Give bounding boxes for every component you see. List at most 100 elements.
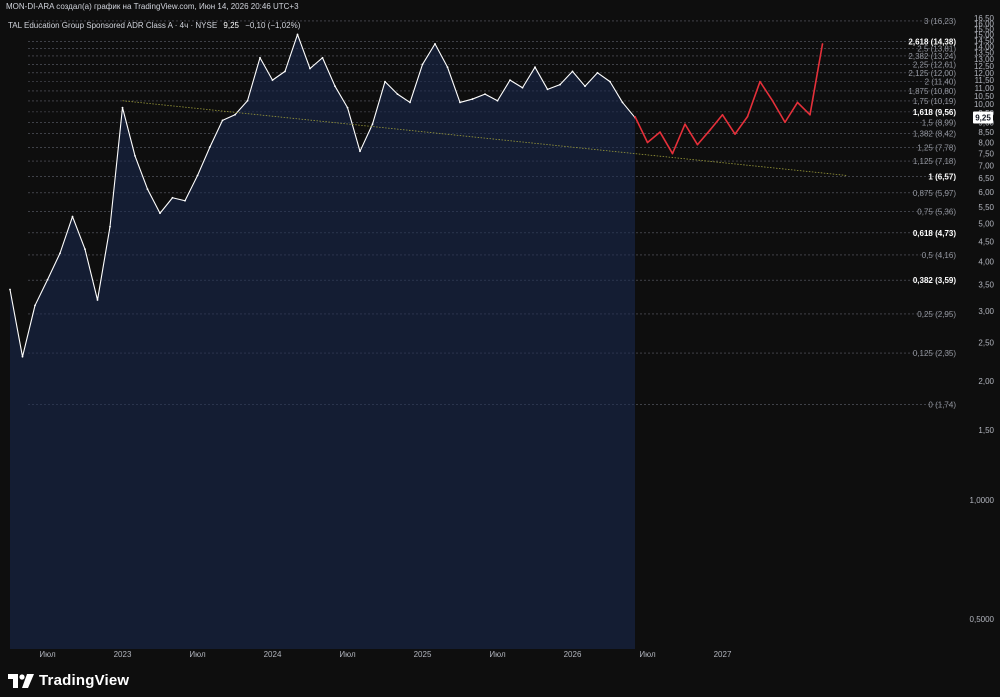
price-point bbox=[359, 150, 361, 153]
projection-point bbox=[734, 133, 736, 135]
price-point bbox=[159, 212, 161, 215]
price-point bbox=[71, 215, 74, 218]
fib-label: 1,125 (7,18) bbox=[913, 157, 956, 166]
projection-point bbox=[796, 101, 799, 104]
brand-name: TradingView bbox=[39, 672, 130, 689]
price-tick: 0,5000 bbox=[970, 615, 995, 624]
projection-point bbox=[671, 152, 674, 155]
last-price-value: 9,25 bbox=[223, 21, 239, 30]
tradingview-logo[interactable]: TradingView bbox=[8, 672, 129, 689]
price-point bbox=[46, 278, 49, 281]
projection-point bbox=[821, 43, 824, 45]
price-point bbox=[446, 66, 449, 69]
last-price-marker: 9,25 bbox=[973, 111, 993, 124]
projection-point bbox=[721, 113, 724, 116]
price-point bbox=[196, 174, 199, 177]
price-area-fill bbox=[10, 34, 635, 649]
price-point bbox=[471, 98, 474, 100]
time-axis[interactable]: Июл 2023 Июл 2024 Июл 2025 Июл 2026 Июл 2027 bbox=[39, 650, 732, 659]
price-point bbox=[184, 199, 186, 202]
price-point bbox=[584, 85, 586, 88]
projection-line[interactable] bbox=[634, 43, 824, 155]
price-tick: 4,50 bbox=[978, 237, 994, 246]
fib-label: 0,25 (2,95) bbox=[917, 310, 956, 319]
projection-point bbox=[709, 129, 711, 131]
price-chart[interactable]: 3 (16,23)2,618 (14,38)2,5 (13,81)2,382 (… bbox=[0, 14, 1000, 664]
fib-label: 1,5 (8,99) bbox=[922, 118, 957, 127]
price-point bbox=[396, 93, 399, 96]
footer: TradingView bbox=[0, 664, 1000, 697]
price-point bbox=[621, 101, 624, 104]
price-tick: 1,0000 bbox=[970, 496, 995, 505]
fib-label: 1 (6,57) bbox=[928, 172, 956, 181]
price-point bbox=[109, 225, 111, 228]
price-point bbox=[321, 56, 324, 59]
symbol-legend[interactable]: TAL Education Group Sponsored ADR Class … bbox=[8, 21, 300, 30]
price-point bbox=[21, 355, 24, 358]
time-tick: Июл bbox=[189, 650, 206, 659]
price-point bbox=[271, 79, 274, 82]
price-point bbox=[334, 85, 336, 88]
time-tick: 2027 bbox=[714, 650, 732, 659]
time-tick: Июл bbox=[339, 650, 356, 659]
fib-label: 3 (16,23) bbox=[924, 17, 956, 26]
price-change: −0,10 (−1,02%) bbox=[245, 21, 301, 30]
price-tick: 6,50 bbox=[978, 174, 994, 183]
price-point bbox=[546, 88, 549, 91]
projection-point bbox=[784, 121, 786, 124]
last-price-text: 9,25 bbox=[975, 114, 991, 123]
price-point bbox=[596, 71, 599, 74]
fib-label: 0,125 (2,35) bbox=[913, 349, 956, 358]
price-point bbox=[559, 83, 561, 86]
price-point bbox=[34, 304, 36, 307]
price-point bbox=[96, 299, 99, 301]
price-tick: 10,00 bbox=[974, 100, 995, 109]
price-point bbox=[496, 99, 499, 102]
price-point bbox=[234, 113, 236, 116]
fib-label: 0,618 (4,73) bbox=[913, 229, 956, 238]
projection-point bbox=[634, 115, 636, 118]
price-point bbox=[284, 70, 286, 73]
price-tick: 8,50 bbox=[978, 128, 994, 137]
top-bar: MON-DI-ARA создал(а) график на TradingVi… bbox=[0, 0, 1000, 14]
projection-point bbox=[771, 99, 774, 102]
price-area bbox=[9, 33, 636, 649]
projection-point bbox=[759, 80, 761, 83]
price-tick: 7,50 bbox=[978, 150, 994, 159]
fib-label: 0,875 (5,97) bbox=[913, 189, 956, 198]
tradingview-logo-icon bbox=[8, 673, 34, 688]
fib-label: 1,25 (7,78) bbox=[917, 143, 956, 152]
price-tick: 2,50 bbox=[978, 338, 994, 347]
price-point bbox=[346, 106, 349, 109]
projection-point bbox=[746, 115, 749, 118]
time-tick: 2025 bbox=[414, 650, 432, 659]
projection[interactable] bbox=[634, 43, 824, 155]
time-tick: 2023 bbox=[114, 650, 132, 659]
fib-label: 0,75 (5,36) bbox=[917, 207, 956, 216]
price-axis[interactable]: 16,5016,0015,5015,0014,5014,0013,5013,00… bbox=[970, 14, 995, 624]
author-line: MON-DI-ARA создал(а) график на TradingVi… bbox=[6, 2, 299, 11]
price-tick: 3,50 bbox=[978, 281, 994, 290]
price-point bbox=[534, 66, 536, 69]
fib-label: 0,5 (4,16) bbox=[922, 251, 957, 260]
price-point bbox=[421, 63, 424, 66]
price-tick: 1,50 bbox=[978, 426, 994, 435]
price-tick: 8,00 bbox=[978, 138, 994, 147]
price-point bbox=[371, 123, 374, 126]
fib-label: 1,875 (10,80) bbox=[908, 87, 956, 96]
time-tick: Июл bbox=[489, 650, 506, 659]
time-tick: Июл bbox=[639, 650, 656, 659]
price-point bbox=[209, 145, 211, 148]
price-point bbox=[459, 101, 461, 104]
time-tick: 2026 bbox=[564, 650, 582, 659]
price-point bbox=[9, 288, 11, 291]
price-tick: 4,00 bbox=[978, 258, 994, 267]
fib-label: 1,618 (9,56) bbox=[913, 108, 956, 117]
fib-label: 2 (11,40) bbox=[925, 78, 957, 87]
price-point bbox=[221, 119, 224, 122]
symbol-name: TAL Education Group Sponsored ADR Class … bbox=[8, 21, 218, 30]
projection-point bbox=[809, 113, 811, 116]
projection-point bbox=[684, 123, 686, 125]
price-tick: 3,00 bbox=[978, 307, 994, 316]
price-tick: 7,00 bbox=[978, 161, 994, 170]
